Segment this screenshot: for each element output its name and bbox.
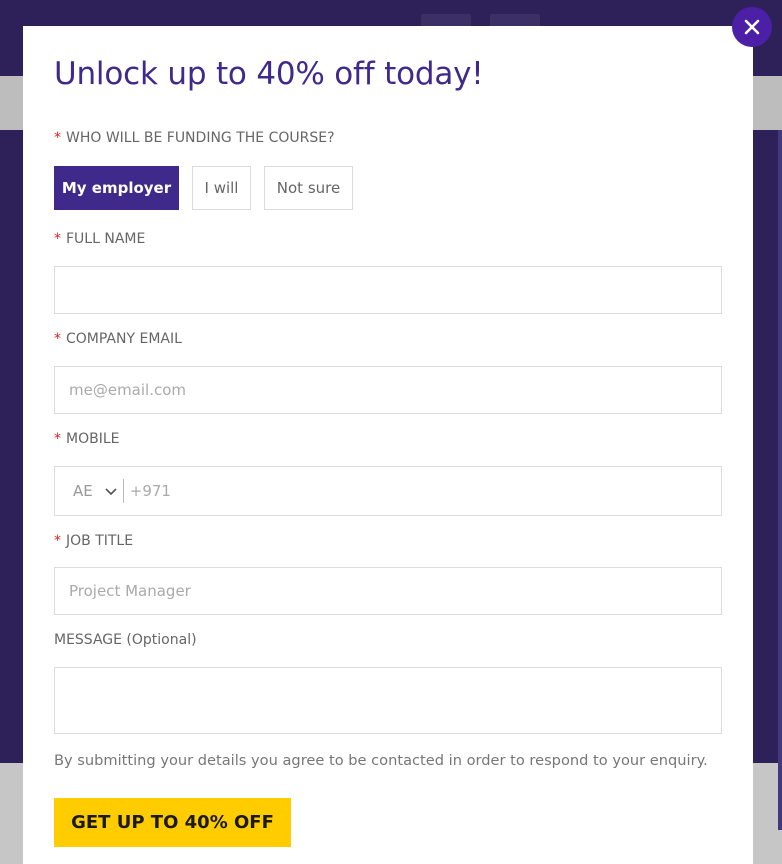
message-label: MESSAGE (Optional) bbox=[54, 632, 197, 648]
message-textarea[interactable] bbox=[55, 668, 721, 733]
mobile-input[interactable] bbox=[170, 467, 721, 515]
email-label: * COMPANY EMAIL bbox=[54, 331, 182, 347]
funding-option-my-employer[interactable]: My employer bbox=[54, 166, 179, 210]
country-select[interactable]: AE bbox=[55, 479, 124, 503]
job-title-label: * JOB TITLE bbox=[54, 533, 134, 549]
email-field bbox=[54, 366, 722, 414]
chevron-down-icon bbox=[105, 488, 117, 496]
full-name-label: * FULL NAME bbox=[54, 231, 146, 247]
modal-title: Unlock up to 40% off today! bbox=[54, 56, 484, 92]
mobile-label: * MOBILE bbox=[54, 431, 120, 447]
funding-option-i-will[interactable]: I will bbox=[192, 166, 251, 210]
mobile-field: AE +971 bbox=[54, 466, 722, 516]
funding-option-not-sure[interactable]: Not sure bbox=[264, 166, 353, 210]
full-name-input[interactable] bbox=[55, 267, 721, 313]
background-edge bbox=[778, 130, 782, 830]
consent-text: By submitting your details you agree to … bbox=[54, 752, 708, 769]
required-marker: * bbox=[54, 533, 61, 549]
submit-button[interactable]: GET UP TO 40% OFF bbox=[54, 798, 291, 847]
job-title-field bbox=[54, 567, 722, 615]
full-name-field bbox=[54, 266, 722, 314]
dial-code: +971 bbox=[129, 482, 171, 500]
required-marker: * bbox=[54, 231, 61, 247]
job-title-input[interactable] bbox=[55, 568, 721, 614]
email-input[interactable] bbox=[55, 367, 721, 413]
required-marker: * bbox=[54, 130, 61, 146]
required-marker: * bbox=[54, 331, 61, 347]
country-code: AE bbox=[73, 482, 93, 500]
required-marker: * bbox=[54, 431, 61, 447]
funding-label: * WHO WILL BE FUNDING THE COURSE? bbox=[54, 130, 335, 146]
offer-modal: Unlock up to 40% off today! * WHO WILL BE… bbox=[23, 26, 753, 864]
close-button[interactable] bbox=[732, 7, 772, 47]
close-icon bbox=[744, 19, 760, 35]
message-field bbox=[54, 667, 722, 734]
